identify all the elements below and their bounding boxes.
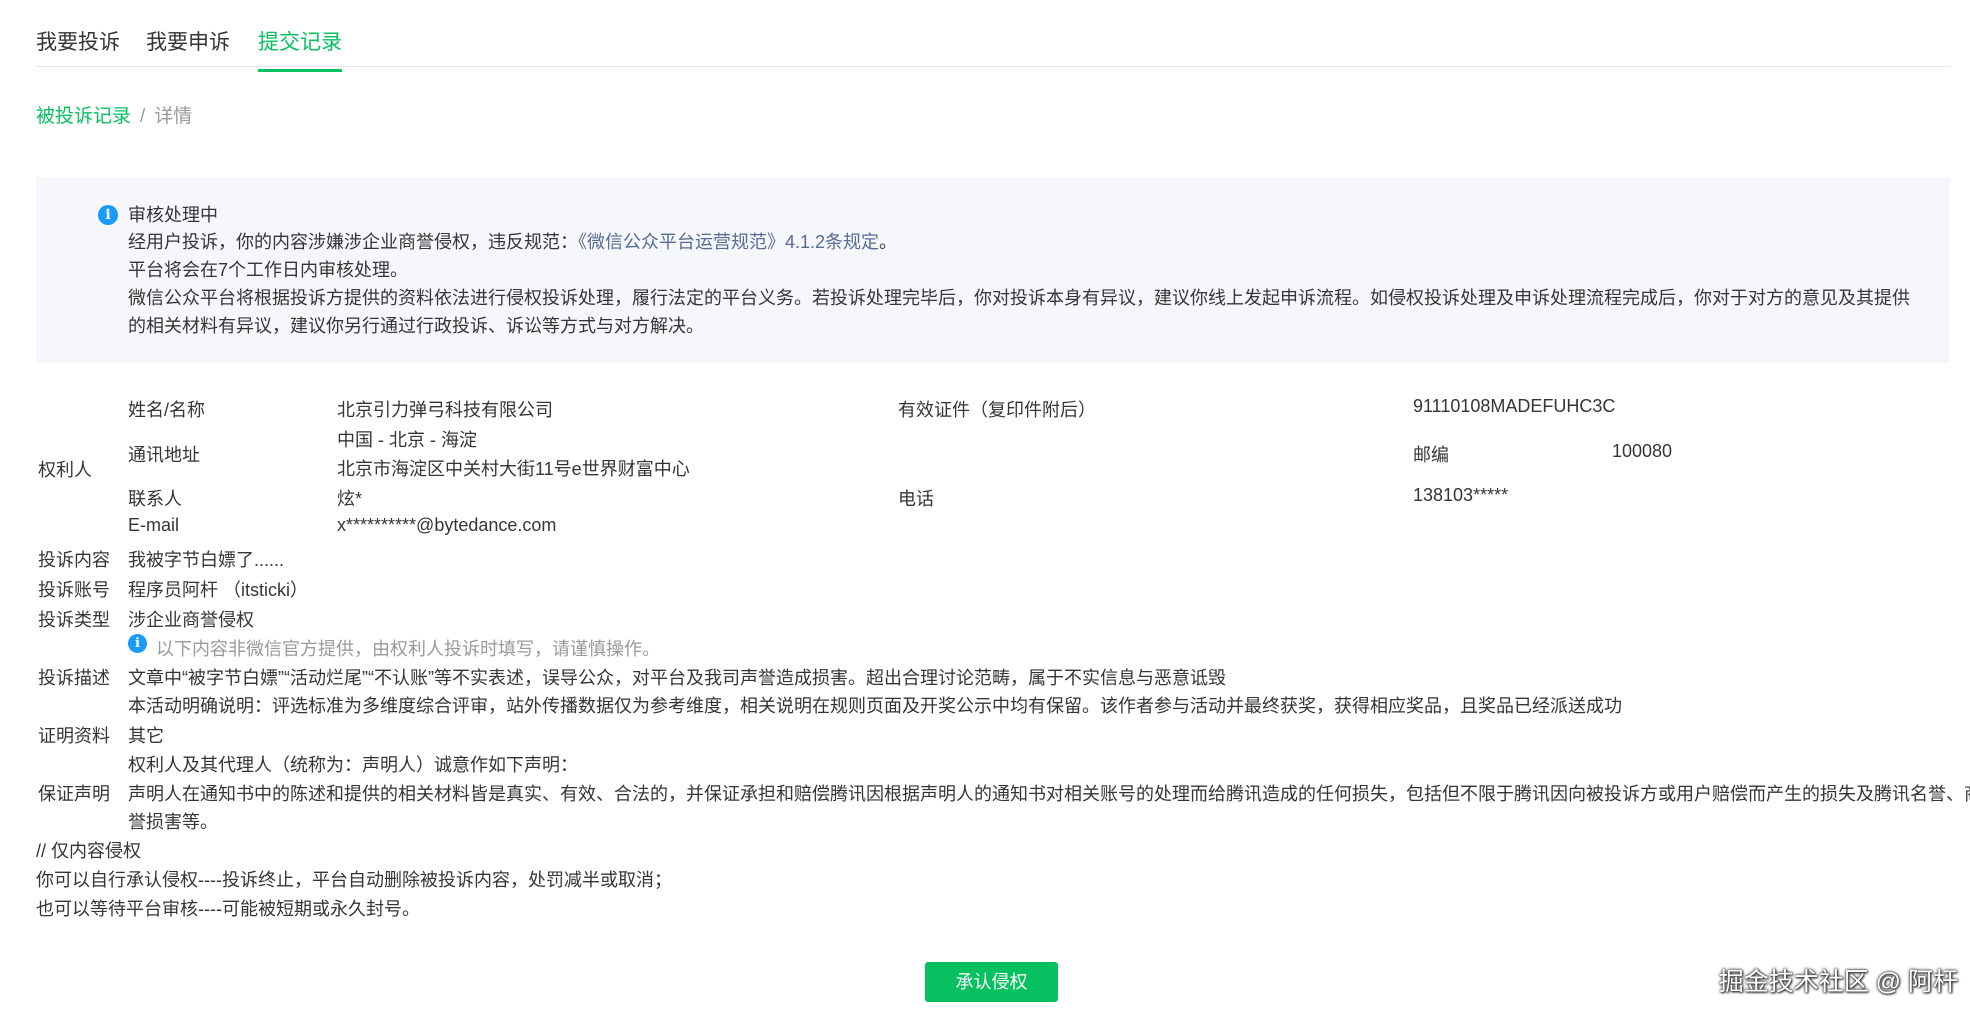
statement-line-3: 誉损害等。 bbox=[128, 812, 218, 832]
name-label: 姓名/名称 bbox=[128, 400, 206, 420]
address-label: 通讯地址 bbox=[128, 445, 200, 465]
proof-label: 证明资料 bbox=[38, 726, 110, 746]
tab-complain[interactable]: 我要投诉 bbox=[36, 26, 120, 69]
type-label: 投诉类型 bbox=[38, 610, 110, 630]
tab-appeal[interactable]: 我要申诉 bbox=[146, 26, 230, 69]
notice-status: 审核处理中 bbox=[128, 205, 218, 225]
desc-line-1: 文章中“被字节白嫖”“活动烂尾”“不认账”等不实表述，误导公众，对平台及我司声誉… bbox=[128, 668, 1226, 688]
notice-line-2: 平台将会在7个工作日内审核处理。 bbox=[128, 260, 409, 280]
content-label: 投诉内容 bbox=[38, 550, 110, 570]
email-label: E-mail bbox=[128, 515, 180, 535]
note-heading: // 仅内容侵权 bbox=[36, 841, 142, 861]
phone-value: 138103***** bbox=[1413, 485, 1509, 505]
breadcrumb-current: 详情 bbox=[154, 106, 193, 127]
notice-line-1-end: 。 bbox=[879, 232, 898, 252]
type-value: 涉企业商誉侵权 bbox=[128, 610, 254, 630]
hint-info-icon: i bbox=[128, 634, 147, 653]
watermark: 掘金技术社区 @ 阿杆 bbox=[1718, 968, 1958, 996]
third-party-hint: 以下内容非微信官方提供，由权利人投诉时填写，请谨慎操作。 bbox=[156, 639, 660, 659]
desc-line-2: 本活动明确说明：评选标准为多维度综合评审，站外传播数据仅为参考维度，相关说明在规… bbox=[128, 696, 1622, 716]
tab-bar: 我要投诉 我要申诉 提交记录 bbox=[36, 22, 1950, 72]
breadcrumb-separator: / bbox=[140, 106, 146, 127]
cert-value: 91110108MADEFUHC3C bbox=[1413, 396, 1616, 416]
address-region: 中国 - 北京 - 海淀 bbox=[337, 430, 477, 450]
notice-line-3: 微信公众平台将根据投诉方提供的资料依法进行侵权投诉处理，履行法定的平台义务。若投… bbox=[128, 288, 1910, 308]
review-notice: i 审核处理中 经用户投诉，你的内容涉嫌涉企业商誉侵权，违反规范：《微信公众平台… bbox=[36, 177, 1950, 363]
proof-value: 其它 bbox=[128, 726, 164, 746]
phone-label: 电话 bbox=[898, 489, 934, 509]
rules-link[interactable]: 《微信公众平台运营规范》4.1.2条规定 bbox=[578, 232, 879, 252]
contact-value: 炫* bbox=[337, 489, 363, 509]
desc-label: 投诉描述 bbox=[38, 668, 110, 688]
notice-line-1-text: 经用户投诉，你的内容涉嫌涉企业商誉侵权，违反规范： bbox=[128, 232, 578, 252]
zip-label: 邮编 bbox=[1413, 445, 1449, 465]
rights-holder-label: 权利人 bbox=[38, 460, 92, 480]
statement-label: 保证声明 bbox=[38, 784, 110, 804]
note-line-1: 你可以自行承认侵权----投诉终止，平台自动删除被投诉内容，处罚减半或取消； bbox=[36, 870, 672, 890]
statement-line-2: 声明人在通知书中的陈述和提供的相关材料皆是真实、有效、合法的，并保证承担和赔偿腾… bbox=[128, 784, 1970, 804]
statement-line-1: 权利人及其代理人（统称为：声明人）诚意作如下声明： bbox=[128, 755, 578, 775]
notice-line-4: 的相关材料有异议，建议你另行通过行政投诉、诉讼等方式与对方解决。 bbox=[128, 316, 704, 336]
cert-label: 有效证件（复印件附后） bbox=[898, 400, 1096, 420]
email-value: x**********@bytedance.com bbox=[337, 515, 557, 535]
address-street: 北京市海淀区中关村大街11号e世界财富中心 bbox=[337, 459, 690, 479]
admit-infringement-button[interactable]: 承认侵权 bbox=[925, 962, 1058, 1002]
account-value: 程序员阿杆 （itsticki） bbox=[128, 580, 308, 600]
notice-line-1: 经用户投诉，你的内容涉嫌涉企业商誉侵权，违反规范：《微信公众平台运营规范》4.1… bbox=[128, 228, 897, 254]
zip-value: 100080 bbox=[1612, 441, 1673, 461]
info-icon: i bbox=[98, 205, 118, 225]
breadcrumb: 被投诉记录 / 详情 bbox=[36, 101, 192, 128]
tab-submit-records[interactable]: 提交记录 bbox=[258, 26, 342, 72]
content-value: 我被字节白嫖了...... bbox=[128, 550, 285, 570]
breadcrumb-parent-link[interactable]: 被投诉记录 bbox=[36, 106, 131, 127]
contact-label: 联系人 bbox=[128, 489, 182, 509]
account-label: 投诉账号 bbox=[38, 580, 110, 600]
note-line-2: 也可以等待平台审核----可能被短期或永久封号。 bbox=[36, 899, 420, 919]
name-value: 北京引力弹弓科技有限公司 bbox=[337, 400, 553, 420]
